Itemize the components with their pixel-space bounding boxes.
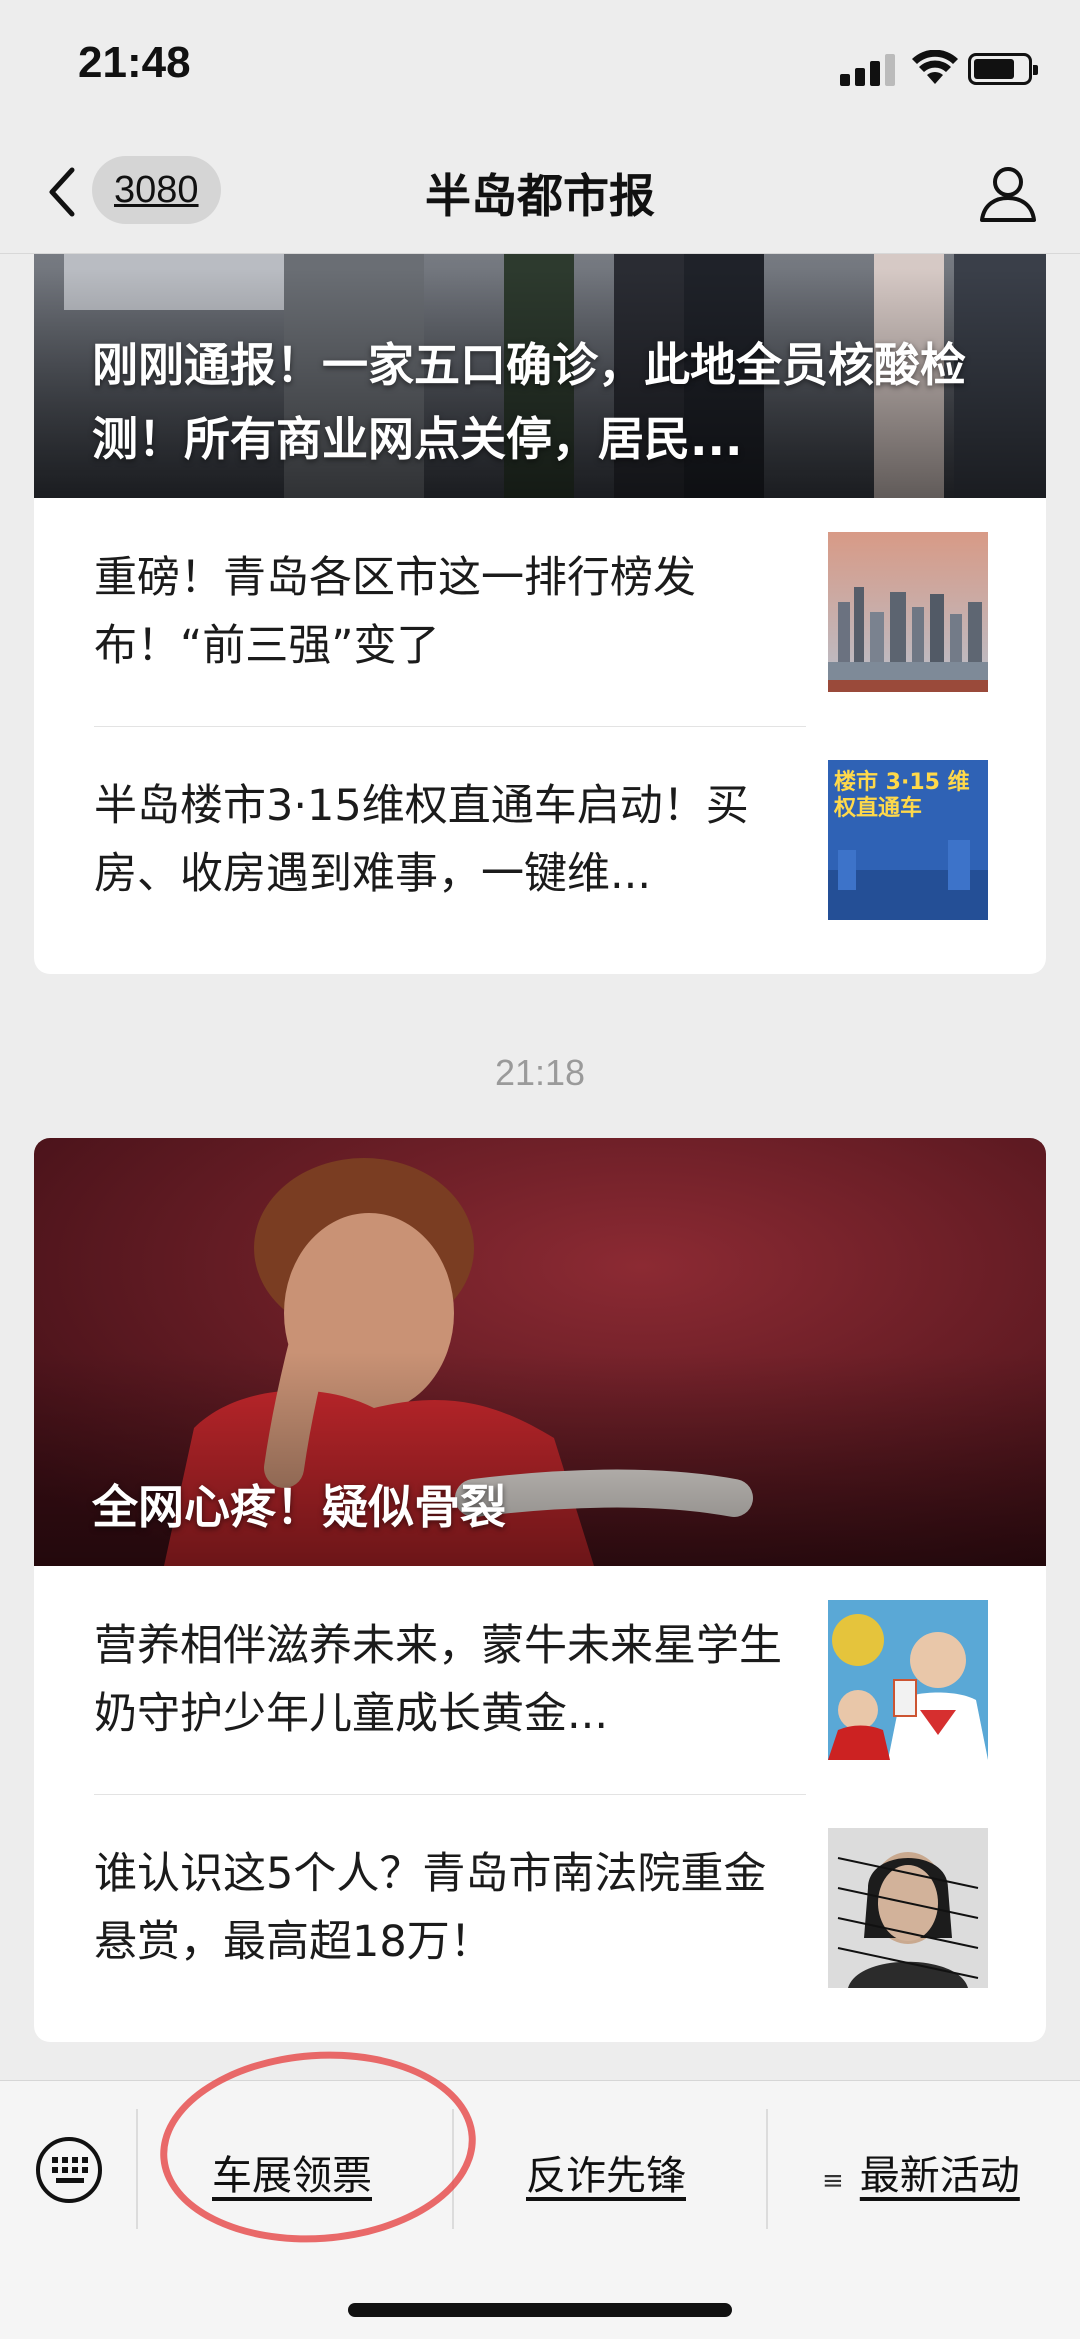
menu-item-label: 最新活动: [859, 2153, 1020, 2199]
article-title: 重磅！青岛各区市这一排行榜发布！“前三强”变了: [94, 553, 696, 671]
menu-separator: [452, 2109, 454, 2229]
status-time: 21:48: [78, 38, 191, 87]
article-thumbnail: [828, 1828, 988, 1988]
submenu-lines-icon: ≡: [822, 2166, 844, 2196]
keyboard-icon[interactable]: [34, 2135, 104, 2205]
menu-item-anti-fraud[interactable]: 反诈先锋: [526, 2143, 686, 2201]
page-title: 半岛都市报: [425, 169, 655, 223]
article-item[interactable]: 重磅！青岛各区市这一排行榜发布！“前三强”变了: [34, 498, 1046, 726]
status-bar: 21:48: [0, 0, 1080, 130]
article-item[interactable]: 营养相伴滋养未来，蒙牛未来星学生奶守护少年儿童成长黄金...: [34, 1566, 1046, 1794]
menu-separator: [136, 2109, 138, 2229]
hero-article-title: 刚刚通报！一家五口确诊，此地全员核酸检测！所有商业网点关停，居民...: [92, 338, 966, 466]
hero-article-title: 全网心疼！疑似骨裂: [92, 1480, 506, 1534]
article-thumbnail: [828, 532, 988, 692]
menu-item-car-show-tickets[interactable]: 车展领票: [212, 2143, 372, 2201]
article-thumbnail-315: 楼市 3·15 维权直通车: [828, 760, 988, 920]
article-group-card: 刚刚通报！一家五口确诊，此地全员核酸检测！所有商业网点关停，居民... 重磅！青…: [34, 170, 1046, 974]
wifi-icon: [912, 50, 958, 84]
article-group-card: 全网心疼！疑似骨裂 营养相伴滋养未来，蒙牛未来星学生奶守护少年儿童成长黄金...…: [34, 1138, 1046, 2042]
article-title: 谁认识这5个人？青岛市南法院重金悬赏，最高超18万！: [94, 1849, 767, 1967]
menu-item-latest-events[interactable]: ≡ 最新活动: [822, 2143, 1020, 2201]
thumbnail-315-text: 楼市 3·15 维权直通车: [834, 770, 970, 821]
nav-bar: 3080 半岛都市报: [0, 130, 1080, 254]
profile-icon[interactable]: [976, 160, 1040, 224]
menu-separator: [766, 2109, 768, 2229]
bottom-menu-bar: 车展领票 反诈先锋 ≡ 最新活动: [0, 2080, 1080, 2339]
article-item[interactable]: 谁认识这5个人？青岛市南法院重金悬赏，最高超18万！: [34, 1794, 1046, 2022]
article-item[interactable]: 半岛楼市3·15维权直通车启动！买房、收房遇到难事，一键维... 楼市 3·15…: [34, 726, 1046, 954]
article-title: 营养相伴滋养未来，蒙牛未来星学生奶守护少年儿童成长黄金...: [94, 1621, 782, 1739]
hero-article[interactable]: 全网心疼！疑似骨裂: [34, 1138, 1046, 1566]
home-indicator: [348, 2303, 732, 2317]
article-title: 半岛楼市3·15维权直通车启动！买房、收房遇到难事，一键维...: [94, 781, 749, 899]
battery-icon: [968, 53, 1038, 85]
article-thumbnail: [828, 1600, 988, 1760]
message-timestamp: 21:18: [494, 1052, 586, 1093]
cellular-signal-icon: [840, 54, 896, 86]
